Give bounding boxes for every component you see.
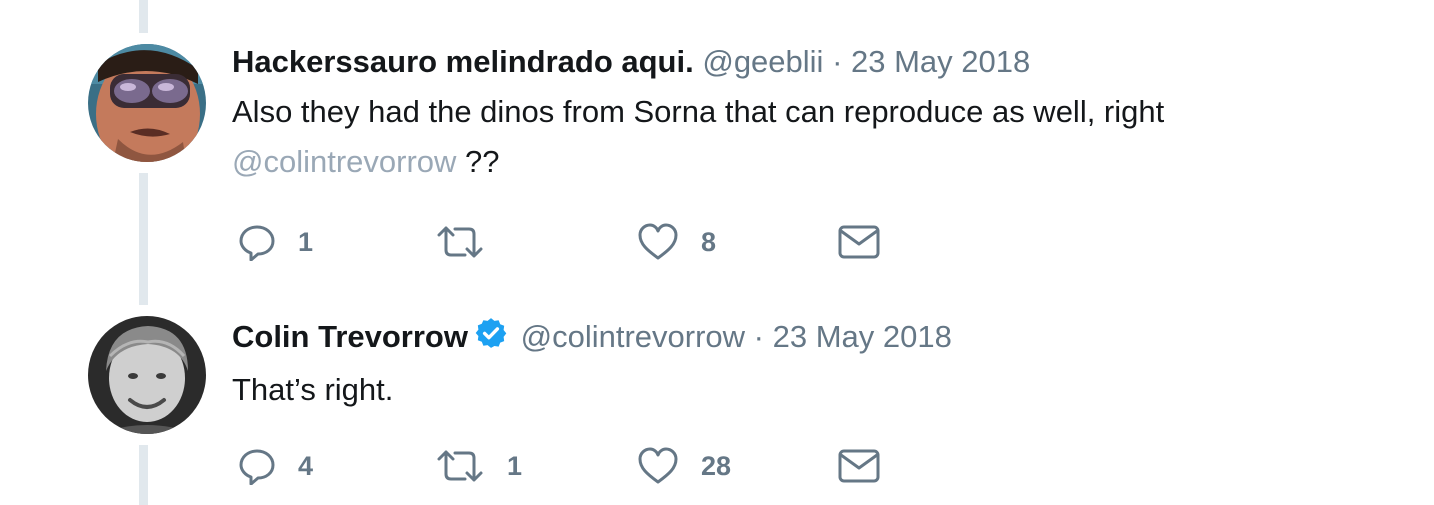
retweet-count: 1 (507, 450, 523, 481)
reply-count: 1 (298, 226, 314, 257)
tweet-text: Also they had the dinos from Sorna that … (232, 87, 1394, 187)
envelope-icon (838, 225, 880, 259)
tweet-date[interactable]: 23 May 2018 (851, 44, 1030, 79)
tweet-actions: 1 8 (232, 220, 932, 264)
thread-line-middle (139, 173, 148, 305)
thread-line-top (139, 0, 148, 33)
reply-count: 4 (298, 450, 314, 481)
reply-icon (239, 449, 275, 485)
avatar-sunglasses-man-icon (88, 44, 206, 162)
direct-message-button[interactable] (838, 444, 880, 488)
author-name[interactable]: Hackerssauro melindrado aqui. (232, 44, 694, 79)
heart-icon (638, 447, 678, 484)
author-handle[interactable]: @geeblii (702, 44, 823, 79)
author-handle[interactable]: @colintrevorrow (521, 319, 745, 354)
separator: · (832, 44, 843, 79)
tweet-text: That’s right. (232, 365, 1394, 415)
author-name[interactable]: Colin Trevorrow (232, 319, 468, 354)
like-count: 8 (701, 226, 717, 257)
tweet-date[interactable]: 23 May 2018 (773, 319, 952, 354)
tweet: Colin Trevorrow @colintrevorrow · 23 May… (232, 316, 1394, 415)
tweet-header: Hackerssauro melindrado aqui. @geeblii ·… (232, 44, 1394, 80)
avatar-child-bw-photo-icon (88, 316, 206, 434)
direct-message-button[interactable] (838, 220, 880, 264)
retweet-button[interactable] (435, 220, 507, 264)
envelope-icon (838, 449, 880, 483)
tweet-text-line: Also they had the dinos from Sorna that … (232, 94, 1165, 129)
verified-badge-icon (474, 316, 508, 358)
heart-icon (638, 223, 678, 260)
avatar[interactable] (88, 44, 206, 162)
separator: · (753, 319, 764, 354)
reply-button[interactable]: 4 (238, 444, 313, 488)
tweet: Hackerssauro melindrado aqui. @geeblii ·… (232, 44, 1394, 187)
tweet-text-suffix: ?? (465, 144, 500, 179)
thread-line-bottom (139, 445, 148, 505)
mention-link[interactable]: @colintrevorrow (232, 144, 456, 179)
like-button[interactable]: 8 (637, 220, 716, 264)
tweet-actions: 4 1 28 (232, 444, 932, 488)
like-count: 28 (701, 450, 732, 481)
reply-button[interactable]: 1 (238, 220, 313, 264)
retweet-icon (437, 226, 483, 258)
tweet-text-line: That’s right. (232, 372, 394, 407)
tweet-header: Colin Trevorrow @colintrevorrow · 23 May… (232, 316, 1394, 358)
reply-icon (239, 225, 275, 261)
avatar[interactable] (88, 316, 206, 434)
like-button[interactable]: 28 (637, 444, 731, 488)
retweet-icon (437, 450, 483, 482)
retweet-button[interactable]: 1 (435, 444, 522, 488)
